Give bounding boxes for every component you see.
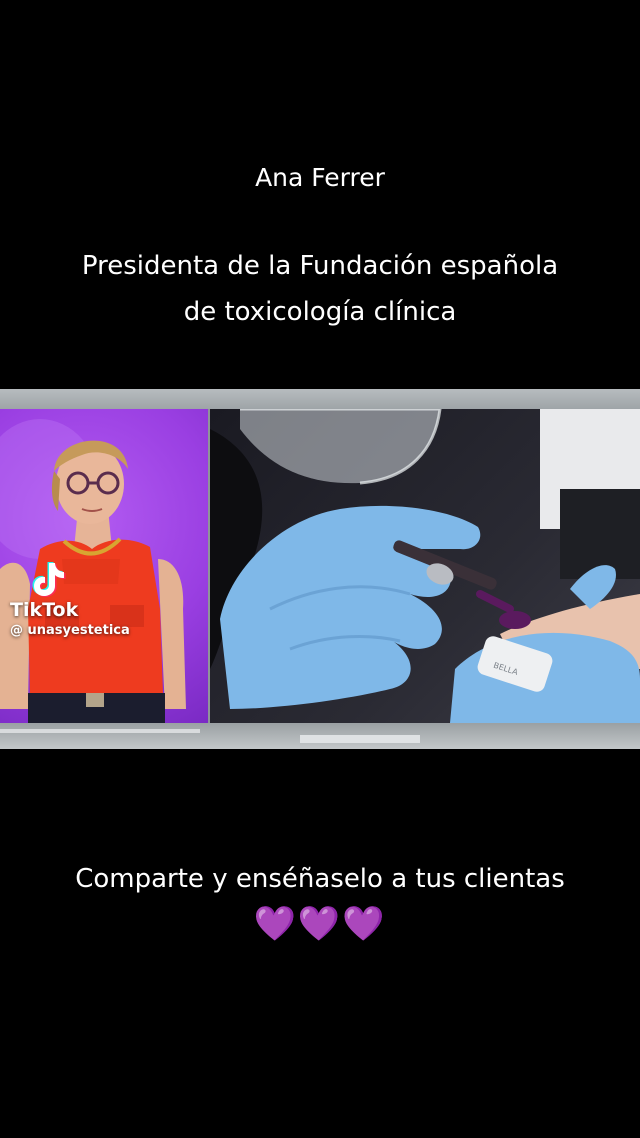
speaker-role: Presidenta de la Fundación española de t… (0, 243, 640, 335)
speaker-role-line-1: Presidenta de la Fundación española (81, 251, 559, 281)
video-bottom-band (0, 723, 640, 749)
bottom-band-graphic (0, 729, 420, 743)
video-post-frame: Ana Ferrer Presidenta de la Fundación es… (0, 0, 640, 1138)
manicure-panel: BELLA (210, 409, 640, 723)
manicure-illustration: BELLA (210, 409, 640, 723)
share-caption: Comparte y enséñaselo a tus clientas (75, 864, 565, 894)
video-clip[interactable]: TikTok @ unasyestetica BELLA (0, 389, 640, 749)
tiktok-logo-icon (32, 562, 66, 597)
purple-hearts: 💜💜💜 (253, 904, 387, 944)
tiktok-watermark: TikTok @ unasyestetica (10, 559, 130, 638)
speaker-role-line-2: de toxicología clínica (183, 297, 457, 327)
tiktok-handle[interactable]: @ unasyestetica (10, 623, 130, 638)
presenter-panel: TikTok @ unasyestetica (0, 409, 208, 723)
speaker-name: Ana Ferrer (255, 163, 385, 192)
tiktok-brand-label: TikTok (10, 599, 79, 621)
video-top-band (0, 389, 640, 409)
